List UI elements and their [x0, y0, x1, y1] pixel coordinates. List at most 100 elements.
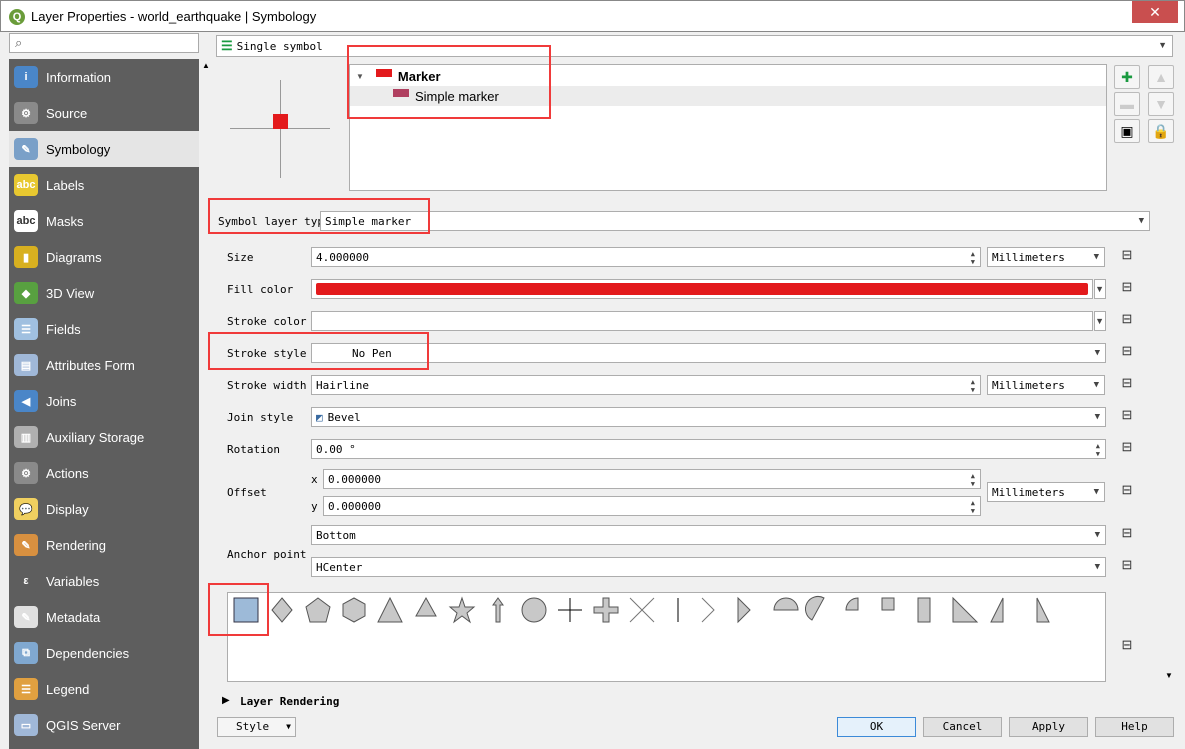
sidebar-item-display[interactable]: 💬 Display — [9, 491, 199, 527]
sidebar-item-label: QGIS Server — [46, 717, 121, 733]
window-title: Layer Properties - world_earthquake | Sy… — [31, 9, 317, 24]
stroke-width-unit-select[interactable]: Millimeters ▼ — [987, 375, 1105, 395]
sidebar-item-label: Actions — [46, 465, 89, 481]
sidebar-item-actions[interactable]: ⚙ Actions — [9, 455, 199, 491]
add-layer-button[interactable]: ✚ — [1114, 65, 1140, 89]
data-defined-override-button[interactable]: ⊟ — [1116, 637, 1138, 657]
sidebar-item-label: Symbology — [46, 141, 111, 157]
ok-button[interactable]: OK — [837, 717, 916, 737]
sidebar-item-information[interactable]: i Information — [9, 59, 199, 95]
sidebar-item-variables[interactable]: ε Variables — [9, 563, 199, 599]
wrench-icon: ⚙ — [14, 102, 38, 124]
lock-layer-button[interactable]: 🔒 — [1148, 119, 1174, 143]
sidebar-item-rendering[interactable]: ✎ Rendering — [9, 527, 199, 563]
sidebar-item-fields[interactable]: ☰ Fields — [9, 311, 199, 347]
stroke-width-input[interactable]: Hairline ▲ ▼ — [311, 375, 981, 395]
offset-y-input[interactable]: 0.000000 ▲ ▼ — [323, 496, 981, 516]
shape-filled-arrowhead-icon[interactable] — [737, 596, 751, 624]
shape-right-half-triangle-icon[interactable] — [990, 597, 1004, 623]
data-defined-override-button[interactable]: ⊟ — [1116, 247, 1138, 267]
data-defined-override-button[interactable]: ⊟ — [1116, 343, 1138, 363]
shape-half-square-icon[interactable] — [917, 597, 931, 623]
stroke-color-button[interactable] — [311, 311, 1093, 331]
data-defined-override-button[interactable]: ⊟ — [1116, 407, 1138, 427]
offset-x-input[interactable]: 0.000000 ▲ ▼ — [323, 469, 981, 489]
cancel-button[interactable]: Cancel — [923, 717, 1002, 737]
sidebar-item-source[interactable]: ⚙ Source — [9, 95, 199, 131]
size-unit-select[interactable]: Millimeters ▼ — [987, 247, 1105, 267]
help-button[interactable]: Help — [1095, 717, 1174, 737]
shape-hexagon-icon[interactable] — [342, 597, 366, 623]
sidebar-scrollbar[interactable]: ▲ — [199, 59, 213, 749]
data-defined-override-button[interactable]: ⊟ — [1116, 482, 1138, 502]
shape-quarter-circle-icon[interactable] — [845, 597, 859, 611]
search-input[interactable]: ⌕ — [9, 33, 199, 53]
sidebar-item-metadata[interactable]: ✎ Metadata — [9, 599, 199, 635]
move-down-button[interactable]: ▼ — [1148, 92, 1174, 116]
style-button[interactable]: Style ▼ — [217, 717, 296, 737]
data-defined-override-button[interactable]: ⊟ — [1116, 279, 1138, 299]
data-defined-override-button[interactable]: ⊟ — [1116, 375, 1138, 395]
close-button[interactable]: ✕ — [1132, 1, 1178, 23]
sidebar-item-label: 3D View — [46, 285, 95, 301]
sidebar-item-3d-view[interactable]: ◆ 3D View — [9, 275, 199, 311]
sidebar-item-masks[interactable]: abc Masks — [9, 203, 199, 239]
apply-button[interactable]: Apply — [1009, 717, 1088, 737]
dependencies-icon: ⧉ — [14, 642, 38, 664]
sidebar-item-auxiliary-storage[interactable]: ▥ Auxiliary Storage — [9, 419, 199, 455]
remove-layer-button[interactable]: ▬ — [1114, 92, 1140, 116]
shape-x-icon[interactable] — [629, 597, 655, 623]
shape-arrowhead-icon[interactable] — [701, 597, 715, 623]
shape-diamond-icon[interactable] — [271, 597, 293, 623]
sidebar-item-legend[interactable]: ☰ Legend — [9, 671, 199, 707]
symbol-layer-type-select[interactable]: Simple marker ▼ — [320, 211, 1150, 231]
offset-label: Offset — [227, 486, 267, 499]
fill-color-swatch — [316, 283, 1088, 295]
properties-scrollbar[interactable]: ▼ — [1162, 230, 1176, 680]
layer-rendering-section[interactable]: Layer Rendering — [240, 695, 339, 708]
sidebar-item-qgis-server[interactable]: ▭ QGIS Server — [9, 707, 199, 743]
labels-icon: abc — [14, 174, 38, 196]
expand-icon[interactable]: ▶ — [222, 695, 230, 706]
sidebar-item-attributes-form[interactable]: ▤ Attributes Form — [9, 347, 199, 383]
shape-diagonal-half-square-icon[interactable] — [952, 596, 979, 623]
shape-arrow-icon[interactable] — [492, 597, 504, 623]
offset-unit-select[interactable]: Millimeters ▼ — [987, 482, 1105, 502]
shape-semicircle-icon[interactable] — [773, 597, 799, 611]
move-up-button[interactable]: ▲ — [1148, 65, 1174, 89]
sidebar-item-labels[interactable]: abc Labels — [9, 167, 199, 203]
sidebar-item-diagrams[interactable]: ▮ Diagrams — [9, 239, 199, 275]
shape-cross-icon[interactable] — [558, 598, 582, 622]
shape-equilateral-triangle-icon[interactable] — [415, 596, 437, 617]
shape-star-icon[interactable] — [448, 596, 476, 624]
shape-quarter-square-icon[interactable] — [881, 597, 895, 611]
rotation-input[interactable]: 0.00 ° ▲ ▼ — [311, 439, 1106, 459]
shape-triangle-icon[interactable] — [377, 596, 403, 623]
data-defined-override-button[interactable]: ⊟ — [1116, 311, 1138, 331]
masks-icon: abc — [14, 210, 38, 232]
data-defined-override-button[interactable]: ⊟ — [1116, 557, 1138, 577]
joins-icon: ◀ — [14, 390, 38, 412]
sidebar-item-joins[interactable]: ◀ Joins — [9, 383, 199, 419]
data-defined-override-button[interactable]: ⊟ — [1116, 439, 1138, 459]
sidebar-item-label: Rendering — [46, 537, 106, 553]
shape-third-circle-icon[interactable] — [804, 595, 825, 621]
title-bar: Q Layer Properties - world_earthquake | … — [0, 0, 1185, 32]
size-input[interactable]: 4.000000 ▲ ▼ — [311, 247, 981, 267]
fill-color-button[interactable] — [311, 279, 1093, 299]
sidebar-item-symbology[interactable]: ✎ Symbology — [9, 131, 199, 167]
stroke-color-dropdown[interactable]: ▼ — [1094, 311, 1106, 331]
sidebar-item-dependencies[interactable]: ⧉ Dependencies — [9, 635, 199, 671]
anchor-horizontal-select[interactable]: HCenter ▼ — [311, 557, 1106, 577]
shape-cross-fill-icon[interactable] — [593, 597, 619, 623]
duplicate-layer-button[interactable]: ▣ — [1114, 119, 1140, 143]
data-defined-override-button[interactable]: ⊟ — [1116, 525, 1138, 545]
join-style-select[interactable]: ◩ Bevel ▼ — [311, 407, 1106, 427]
stroke-style-select[interactable]: No Pen ▼ — [311, 343, 1106, 363]
shape-pentagon-icon[interactable] — [305, 597, 331, 623]
anchor-vertical-select[interactable]: Bottom ▼ — [311, 525, 1106, 545]
shape-circle-icon[interactable] — [521, 597, 547, 623]
qgis-logo-icon: Q — [9, 9, 25, 25]
fill-color-dropdown[interactable]: ▼ — [1094, 279, 1106, 299]
shape-left-half-triangle-icon[interactable] — [1036, 597, 1050, 623]
